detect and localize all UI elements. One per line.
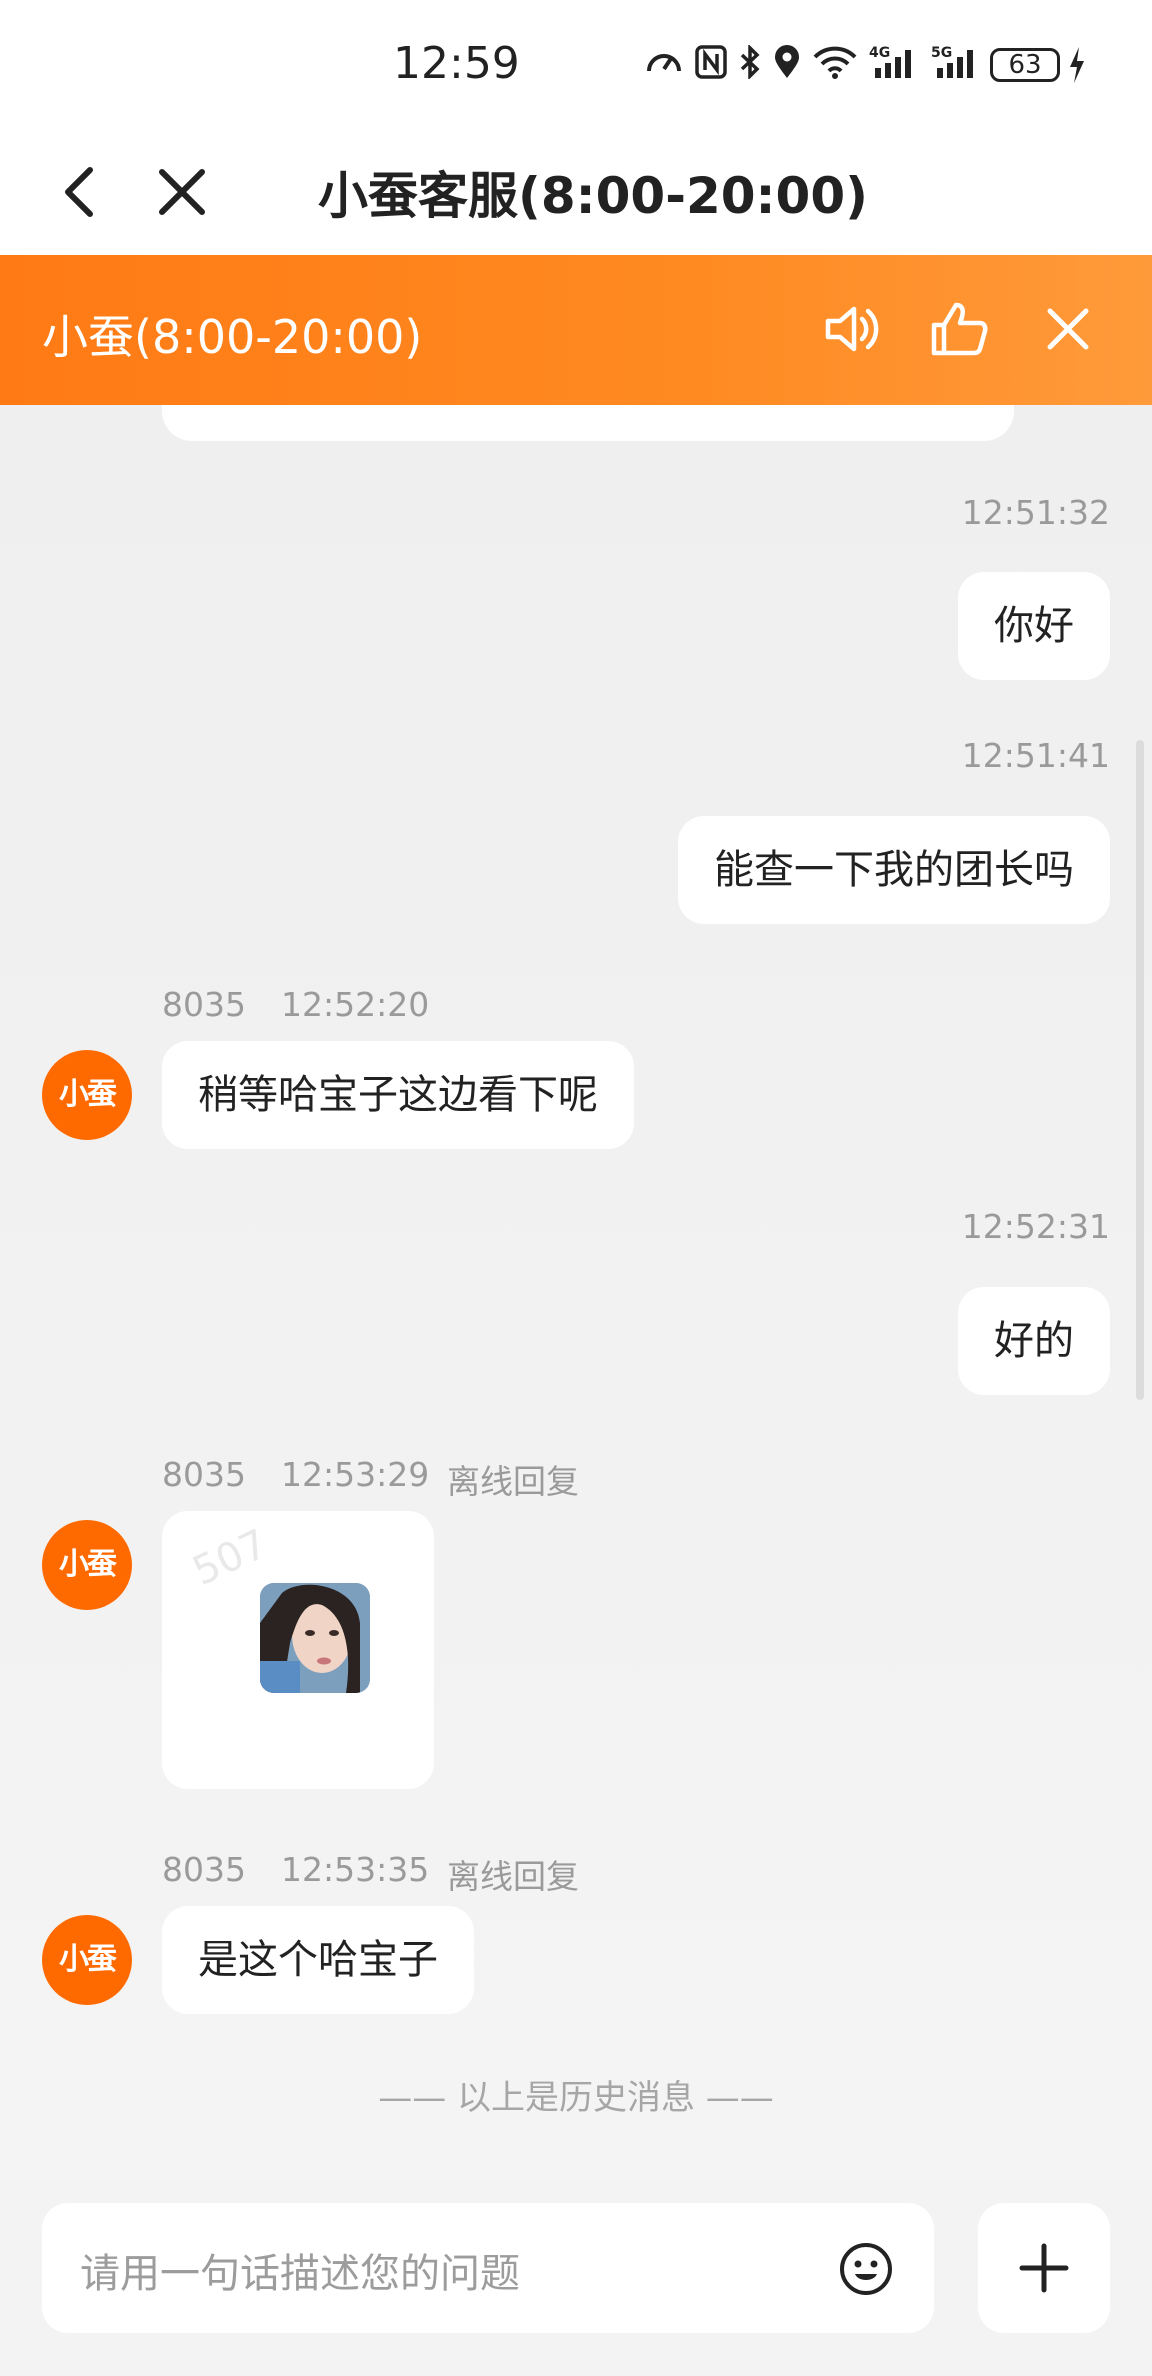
close-icon[interactable] xyxy=(1036,297,1100,361)
user-message-bubble[interactable]: 好的 xyxy=(958,1287,1110,1395)
input-area: 请用一句话描述您的问题 xyxy=(0,2180,1152,2376)
status-icons: 4G 5G xyxy=(645,44,981,80)
image-watermark: 507 xyxy=(185,1521,275,1595)
agent-avatar[interactable]: 小蚕 xyxy=(42,1520,132,1610)
previous-message-bubble xyxy=(162,405,1014,441)
add-button[interactable] xyxy=(978,2203,1110,2333)
scrollbar[interactable] xyxy=(1136,740,1144,1400)
message-time: 12:51:32 xyxy=(961,493,1110,532)
user-message-bubble[interactable]: 你好 xyxy=(958,572,1110,680)
wifi-icon xyxy=(813,46,857,79)
signal-4g-icon: 4G xyxy=(869,45,911,78)
image-thumbnail[interactable] xyxy=(260,1583,370,1693)
agent-message-bubble[interactable]: 是这个哈宝子 xyxy=(162,1906,474,2014)
nfc-icon xyxy=(695,45,727,79)
message-time: 12:52:20 xyxy=(281,985,430,1024)
page-title: 小蚕客服(8:00-20:00) xyxy=(318,167,868,225)
close-icon[interactable] xyxy=(150,160,214,224)
user-message-bubble[interactable]: 能查一下我的团长吗 xyxy=(678,816,1110,924)
message-input[interactable]: 请用一句话描述您的问题 xyxy=(42,2203,934,2333)
chat-area[interactable]: 12:51:32 你好 12:51:41 能查一下我的团长吗 8035 12:5… xyxy=(0,405,1152,2180)
agent-avatar[interactable]: 小蚕 xyxy=(42,1050,132,1140)
back-arrow-icon[interactable] xyxy=(50,160,114,224)
message-time: 12:53:29 xyxy=(281,1455,430,1494)
location-icon xyxy=(775,45,799,78)
portrait-photo xyxy=(260,1583,370,1693)
svg-text:5G: 5G xyxy=(931,45,952,61)
bluetooth-icon xyxy=(740,45,760,79)
agent-header-bar: 小蚕(8:00-20:00) xyxy=(0,255,1152,405)
speed-icon xyxy=(647,54,681,72)
history-separator: —— 以上是历史消息 —— xyxy=(378,2078,774,2118)
offline-reply-tag: 离线回复 xyxy=(447,1462,579,1501)
agent-message-bubble[interactable]: 稍等哈宝子这边看下呢 xyxy=(162,1041,634,1149)
agent-id: 8035 xyxy=(162,1850,246,1889)
speaker-icon[interactable] xyxy=(820,297,884,361)
plus-icon xyxy=(1019,2243,1069,2293)
agent-title: 小蚕(8:00-20:00) xyxy=(42,310,423,364)
signal-5g-icon: 5G xyxy=(931,45,973,78)
offline-reply-tag: 离线回复 xyxy=(447,1857,579,1896)
image-message[interactable]: 507 xyxy=(162,1511,434,1789)
input-placeholder: 请用一句话描述您的问题 xyxy=(80,2251,520,2297)
status-bar: 12:59 4G 5G 63 xyxy=(0,0,1152,130)
thumbs-up-icon[interactable] xyxy=(928,297,992,361)
message-time: 12:53:35 xyxy=(281,1850,430,1889)
message-time: 12:52:31 xyxy=(961,1207,1110,1246)
charging-icon xyxy=(1070,47,1084,83)
status-time: 12:59 xyxy=(393,38,520,89)
agent-avatar[interactable]: 小蚕 xyxy=(42,1915,132,2005)
nav-bar: 小蚕客服(8:00-20:00) xyxy=(0,130,1152,255)
message-time: 12:51:41 xyxy=(961,736,1110,775)
agent-id: 8035 xyxy=(162,1455,246,1494)
agent-id: 8035 xyxy=(162,985,246,1024)
emoji-icon[interactable] xyxy=(838,2241,894,2297)
battery-indicator: 63 xyxy=(990,48,1060,82)
svg-text:4G: 4G xyxy=(869,45,890,61)
